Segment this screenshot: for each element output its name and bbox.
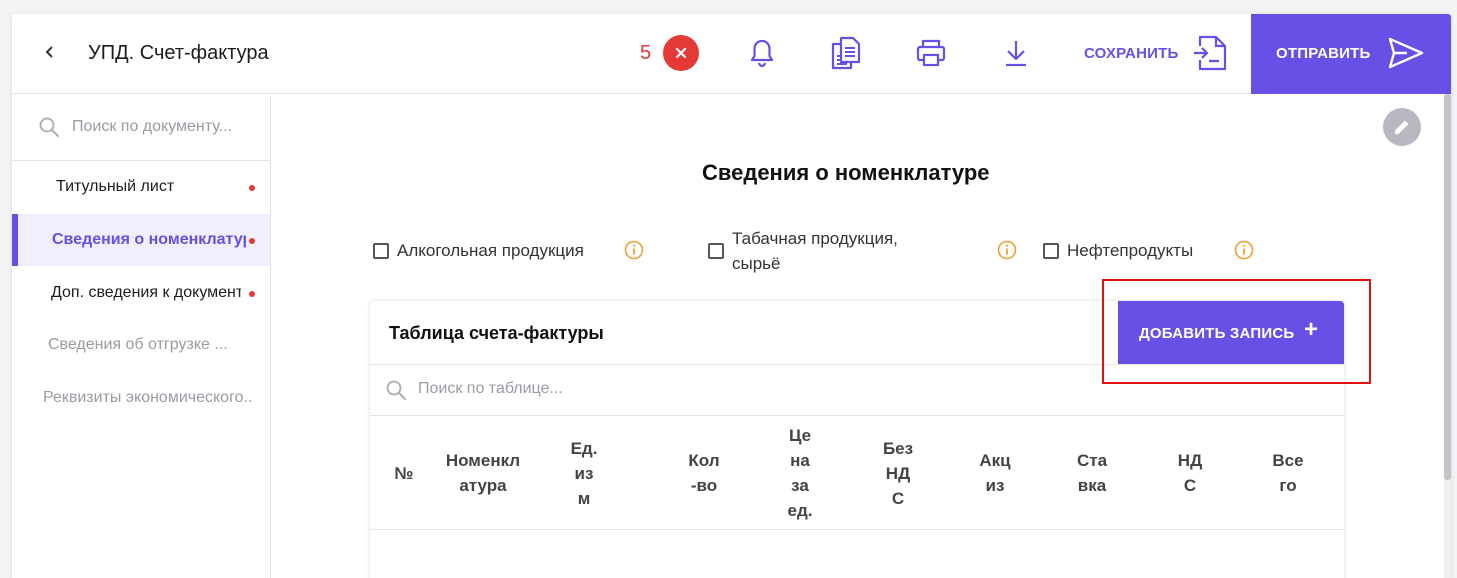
edit-button[interactable] bbox=[1383, 108, 1421, 146]
column-header[interactable]: Номенкл атура bbox=[438, 416, 528, 530]
save-icon-button[interactable] bbox=[1192, 34, 1228, 72]
column-header-text: Це bbox=[788, 426, 812, 445]
vertical-scrollbar[interactable] bbox=[1444, 94, 1451, 578]
sidebar-item-label: Титульный лист bbox=[56, 178, 175, 195]
download-icon bbox=[1006, 41, 1026, 67]
column-header-text: Акц bbox=[979, 451, 1011, 470]
sidebar-item-additional-info[interactable]: Доп. сведения к документу bbox=[12, 267, 270, 319]
send-icon bbox=[1388, 37, 1424, 69]
sidebar-item-label: Реквизиты экономического... bbox=[43, 389, 253, 406]
info-icon[interactable] bbox=[1234, 240, 1254, 260]
scrollbar-thumb[interactable] bbox=[1444, 94, 1451, 480]
save-button[interactable]: СОХРАНИТЬ bbox=[1084, 45, 1178, 62]
table-search[interactable]: Поиск по таблице... bbox=[370, 364, 1344, 416]
column-header-text: за bbox=[791, 476, 809, 495]
column-header[interactable]: Кол -во bbox=[654, 416, 754, 530]
column-header-text: из bbox=[574, 463, 594, 483]
column-header[interactable]: № bbox=[370, 416, 438, 530]
download-button[interactable] bbox=[999, 36, 1033, 70]
tobacco-checkbox-label: Табачная продукция, сырьё bbox=[732, 229, 898, 273]
column-header-text: Без bbox=[882, 438, 914, 458]
sidebar-item-nomenclature[interactable]: Сведения о номенклатуре bbox=[12, 214, 270, 266]
copy-document-button[interactable] bbox=[829, 36, 863, 70]
column-header-text: Кол bbox=[688, 451, 720, 470]
sidebar-item-economic-details[interactable]: Реквизиты экономического... bbox=[12, 372, 270, 424]
add-record-button[interactable]: ДОБАВИТЬ ЗАПИСЬ + bbox=[1118, 301, 1344, 364]
table-title: Таблица счета-фактуры bbox=[389, 323, 604, 343]
send-button[interactable]: ОТПРАВИТЬ bbox=[1251, 14, 1451, 94]
error-count: 5 bbox=[640, 42, 652, 64]
column-header-text: С bbox=[1183, 476, 1197, 495]
column-header-text: Ста bbox=[1076, 451, 1108, 470]
search-icon bbox=[386, 380, 407, 401]
active-indicator bbox=[12, 214, 18, 266]
main-content: Сведения о номенклатуре Алкогольная прод… bbox=[271, 95, 1451, 578]
invoice-table-card: Таблица счета-фактуры ДОБАВИТЬ ЗАПИСЬ + … bbox=[370, 301, 1344, 578]
chevron-left-icon bbox=[45, 46, 53, 58]
plus-icon: + bbox=[1304, 316, 1319, 343]
sidebar-item-label: Доп. сведения к документу bbox=[51, 284, 241, 301]
column-header-text: № bbox=[394, 463, 414, 483]
column-header-text: НД bbox=[885, 463, 911, 483]
sidebar-search-input[interactable]: Поиск по документу... bbox=[72, 118, 232, 136]
info-icon[interactable] bbox=[997, 240, 1017, 260]
column-header-text: м bbox=[577, 488, 591, 508]
column-header-text: атура bbox=[459, 476, 507, 495]
column-header-text: го bbox=[1279, 476, 1297, 495]
oil-products-checkbox-label: Нефтепродукты bbox=[1067, 241, 1194, 260]
sidebar-search[interactable]: Поиск по документу... bbox=[12, 95, 270, 161]
column-header[interactable]: Ед. из м bbox=[548, 416, 620, 530]
save-import-icon bbox=[1194, 35, 1227, 71]
print-button[interactable] bbox=[914, 36, 948, 70]
column-header-text: НД bbox=[1177, 451, 1203, 470]
error-dot bbox=[249, 291, 255, 297]
search-icon bbox=[39, 117, 60, 138]
sidebar: Поиск по документу... Титульный лист Све… bbox=[12, 95, 271, 578]
column-header[interactable]: Все го bbox=[1238, 416, 1338, 530]
table-search-input[interactable]: Поиск по таблице... bbox=[418, 380, 563, 398]
oil-products-checkbox[interactable] bbox=[1043, 243, 1059, 259]
column-header-text: из bbox=[985, 476, 1005, 495]
printer-icon bbox=[916, 39, 946, 67]
column-header-text: Номенкл bbox=[445, 451, 521, 470]
add-record-label: ДОБАВИТЬ ЗАПИСЬ bbox=[1139, 325, 1295, 342]
bell-icon bbox=[750, 39, 774, 68]
column-header-text: Все bbox=[1272, 451, 1304, 470]
tobacco-checkbox[interactable] bbox=[708, 243, 724, 259]
column-header-text: -во bbox=[690, 476, 718, 495]
sidebar-item-title-page[interactable]: Титульный лист bbox=[12, 161, 270, 213]
header-bar: УПД. Счет-фактура 5 СОХРАНИТЬ ОТПРАВИТЬ bbox=[12, 14, 1451, 94]
errors-button[interactable] bbox=[663, 35, 699, 71]
sidebar-item-shipment-info[interactable]: Сведения об отгрузке ... bbox=[12, 319, 270, 371]
copy-document-icon bbox=[831, 36, 861, 70]
column-header[interactable]: Це на за ед. bbox=[755, 416, 845, 530]
page-title: УПД. Счет-фактура bbox=[88, 42, 269, 64]
send-button-label: ОТПРАВИТЬ bbox=[1276, 45, 1371, 62]
section-title: Сведения о номенклатуре bbox=[702, 160, 990, 185]
column-header-text: Ед. bbox=[570, 438, 598, 458]
table-header: № Номенкл атура Ед. из м Кол -во Це на за ед. Без НД С… bbox=[370, 416, 1344, 530]
sidebar-item-label: Сведения об отгрузке ... bbox=[48, 336, 228, 353]
column-header-text: вка bbox=[1077, 476, 1107, 495]
notifications-button[interactable] bbox=[745, 36, 779, 70]
column-header[interactable]: Акц из bbox=[945, 416, 1045, 530]
error-dot bbox=[249, 185, 255, 191]
document-window: УПД. Счет-фактура 5 СОХРАНИТЬ ОТПРАВИТЬ … bbox=[12, 14, 1451, 578]
column-header[interactable]: Без НД С bbox=[848, 416, 948, 530]
alcohol-checkbox-label: Алкогольная продукция bbox=[397, 241, 584, 260]
close-icon bbox=[675, 47, 687, 59]
sidebar-item-label: Сведения о номенклатуре bbox=[52, 231, 246, 248]
column-header-text: на bbox=[790, 451, 810, 470]
alcohol-checkbox[interactable] bbox=[373, 243, 389, 259]
column-header[interactable]: НД С bbox=[1140, 416, 1240, 530]
back-button[interactable] bbox=[38, 40, 62, 64]
column-header-text: ед. bbox=[787, 501, 813, 520]
info-icon[interactable] bbox=[624, 240, 644, 260]
pencil-icon bbox=[1395, 120, 1409, 134]
error-dot bbox=[249, 238, 255, 244]
column-header-text: С bbox=[891, 488, 905, 508]
column-header[interactable]: Ста вка bbox=[1042, 416, 1142, 530]
